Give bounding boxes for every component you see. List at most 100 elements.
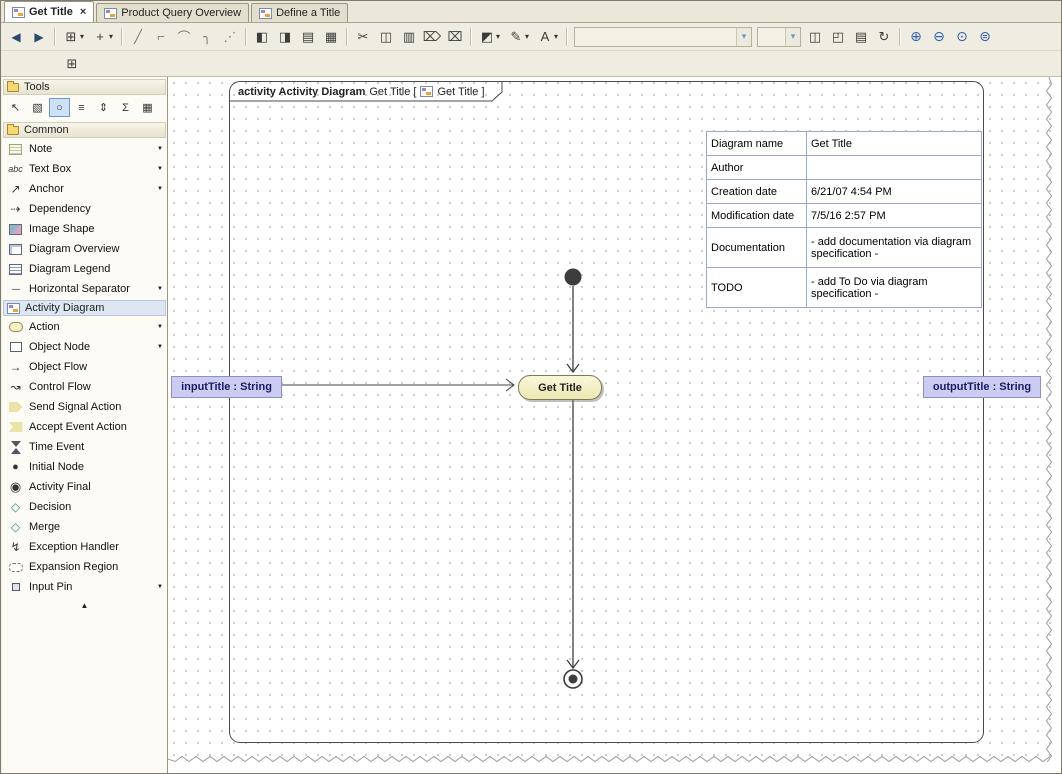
diagram-info-table[interactable]: Diagram name Get Title Author Creation d… [706, 131, 982, 308]
align-tool[interactable]: ≡ [71, 98, 92, 117]
delete-from-model-button[interactable]: ⌧ [444, 26, 466, 48]
canvas-edge-right [1052, 77, 1061, 773]
palette-item-send-signal-action[interactable]: Send Signal Action [2, 397, 167, 417]
output-parameter-node[interactable]: outputTitle : String [923, 376, 1041, 398]
action-get-title[interactable]: Get Title [518, 375, 602, 400]
diagram-tree-button[interactable]: ⊞ [60, 26, 82, 48]
palette-item-time-event[interactable]: Time Event [2, 437, 167, 457]
tab-define-a-title[interactable]: Define a Title [251, 3, 348, 22]
add-row-button[interactable]: ◫ [804, 26, 826, 48]
curve-path-button[interactable]: ⌒ [173, 26, 195, 48]
grid-tool[interactable]: ▦ [137, 98, 158, 117]
palette-section-activity-diagram[interactable]: Activity Diagram [3, 300, 166, 316]
palette-scroll-up-button[interactable]: ▲ [2, 597, 167, 610]
palette-item-diagram-legend[interactable]: Diagram Legend [2, 259, 167, 279]
palette-section-common[interactable]: Common [3, 122, 166, 138]
chevron-down-icon[interactable]: ▼ [157, 286, 163, 292]
chevron-down-icon[interactable]: ▼ [157, 324, 163, 330]
palette-item-action[interactable]: Action ▼ [2, 317, 167, 337]
palette-item-control-flow[interactable]: ↝ Control Flow [2, 377, 167, 397]
palette-item-label: Send Signal Action [29, 401, 121, 413]
selection-tools-row: ↖ ▧ ○ ≡ ⇕ Σ ▦ [2, 96, 167, 121]
zoom-out-button[interactable]: ⊖ [928, 26, 950, 48]
palette-item-exception-handler[interactable]: ↯ Exception Handler [2, 537, 167, 557]
oblique-path-button[interactable]: ⋰ [219, 26, 241, 48]
toolbar-separator [121, 28, 123, 46]
back-button[interactable]: ◀ [5, 26, 27, 48]
palette-item-initial-node[interactable]: ● Initial Node [2, 457, 167, 477]
copy-button[interactable]: ◫ [375, 26, 397, 48]
diagram-canvas[interactable]: activity Activity Diagram Get Title [ Ge… [168, 77, 1061, 773]
palette-item-anchor[interactable]: ↗ Anchor ▼ [2, 179, 167, 199]
cut-button[interactable]: ✂ [352, 26, 374, 48]
chevron-down-icon[interactable]: ▼ [157, 146, 163, 152]
chevron-down-icon[interactable]: ▾ [554, 32, 562, 41]
font-color-button[interactable]: A [534, 26, 556, 48]
chevron-down-icon[interactable]: ▾ [109, 32, 117, 41]
sum-tool[interactable]: Σ [115, 98, 136, 117]
tab-product-query-overview[interactable]: Product Query Overview [96, 3, 249, 22]
table-row: Diagram name Get Title [707, 132, 982, 156]
object-flow-icon: → [8, 361, 23, 374]
paste-button[interactable]: ▥ [398, 26, 420, 48]
line-color-button[interactable]: ✎ [505, 26, 527, 48]
zoom-combo[interactable]: ▾ [757, 27, 801, 47]
style-combo[interactable]: ▾ [574, 27, 752, 47]
palette-item-diagram-overview[interactable]: Diagram Overview [2, 239, 167, 259]
line-path-button[interactable]: ╱ [127, 26, 149, 48]
align-left-button[interactable]: ◧ [251, 26, 273, 48]
delete-button[interactable]: ⌦ [421, 26, 443, 48]
fill-color-button[interactable]: ◩ [476, 26, 498, 48]
zoom-original-button[interactable]: ⊜ [974, 26, 996, 48]
palette-item-object-node[interactable]: Object Node ▼ [2, 337, 167, 357]
layout-button[interactable]: ▦ [320, 26, 342, 48]
palette-item-input-pin[interactable]: Input Pin ▼ [2, 577, 167, 597]
forward-button[interactable]: ▶ [28, 26, 50, 48]
tab-get-title[interactable]: Get Title × [4, 1, 94, 22]
pointer-tool[interactable]: ↖ [5, 98, 26, 117]
palette-item-horizontal-separator[interactable]: ---- Horizontal Separator ▼ [2, 279, 167, 299]
section-label: Activity Diagram [25, 302, 104, 314]
action-icon [9, 322, 23, 332]
palette-item-decision[interactable]: ◇ Decision [2, 497, 167, 517]
create-diagram-button[interactable]: + [89, 26, 111, 48]
palette-item-object-flow[interactable]: → Object Flow [2, 357, 167, 377]
refresh-button[interactable]: ↻ [873, 26, 895, 48]
palette-item-expansion-region[interactable]: Expansion Region [2, 557, 167, 577]
chevron-down-icon[interactable]: ▾ [525, 32, 533, 41]
distribute-tool[interactable]: ⇕ [93, 98, 114, 117]
close-icon[interactable]: × [80, 6, 86, 18]
zoom-fit-button[interactable]: ⊙ [951, 26, 973, 48]
chevron-down-icon[interactable]: ▼ [157, 584, 163, 590]
distribute-button[interactable]: ▤ [297, 26, 319, 48]
browse-diagrams-button[interactable]: ⊞ [61, 53, 83, 75]
chevron-down-icon[interactable]: ▾ [785, 28, 800, 46]
palette-item-image-shape[interactable]: Image Shape [2, 219, 167, 239]
palette-item-activity-final[interactable]: ◉ Activity Final [2, 477, 167, 497]
table-view-button[interactable]: ▤ [850, 26, 872, 48]
chevron-down-icon[interactable]: ▾ [80, 32, 88, 41]
palette-item-accept-event-action[interactable]: Accept Event Action [2, 417, 167, 437]
palette-item-note[interactable]: Note ▼ [2, 139, 167, 159]
palette-item-label: Merge [29, 521, 60, 533]
palette-item-dependency[interactable]: ⇢ Dependency [2, 199, 167, 219]
palette-item-label: Text Box [29, 163, 71, 175]
oval-select-tool[interactable]: ○ [49, 98, 70, 117]
chevron-down-icon[interactable]: ▼ [157, 344, 163, 350]
rounded-path-button[interactable]: ╮ [196, 26, 218, 48]
palette-section-tools[interactable]: Tools [3, 79, 166, 95]
marquee-tool[interactable]: ▧ [27, 98, 48, 117]
chevron-down-icon[interactable]: ▾ [496, 32, 504, 41]
input-parameter-node[interactable]: inputTitle : String [171, 376, 282, 398]
diagram-legend-icon [9, 264, 22, 275]
zoom-in-button[interactable]: ⊕ [905, 26, 927, 48]
palette-item-label: Time Event [29, 441, 84, 453]
chevron-down-icon[interactable]: ▼ [157, 166, 163, 172]
rectilinear-path-button[interactable]: ⌐ [150, 26, 172, 48]
align-right-button[interactable]: ◨ [274, 26, 296, 48]
palette-item-text-box[interactable]: abc Text Box ▼ [2, 159, 167, 179]
chevron-down-icon[interactable]: ▼ [157, 186, 163, 192]
chevron-down-icon[interactable]: ▾ [736, 28, 751, 46]
palette-item-merge[interactable]: ◇ Merge [2, 517, 167, 537]
add-column-button[interactable]: ◰ [827, 26, 849, 48]
